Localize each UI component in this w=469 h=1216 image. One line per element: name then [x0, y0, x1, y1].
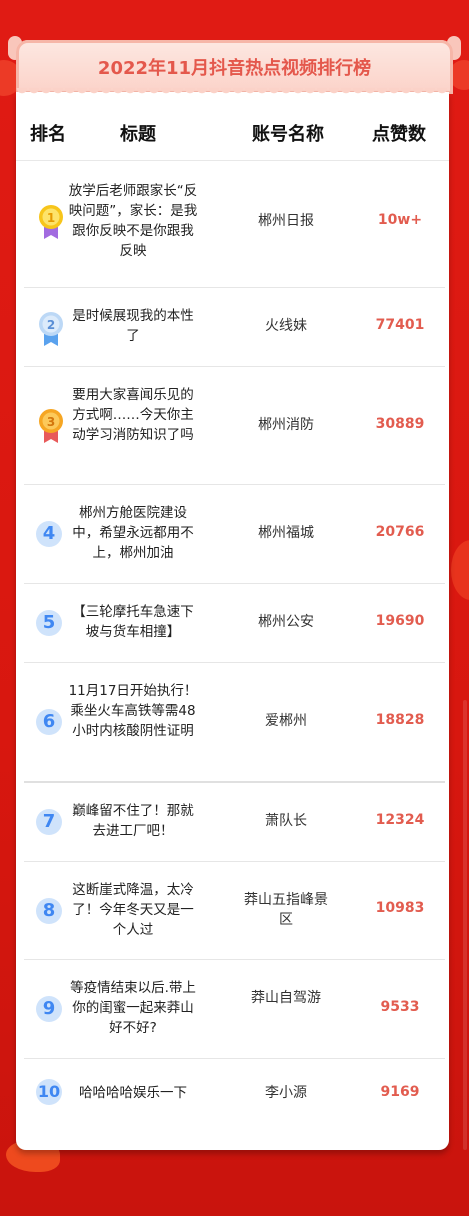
video-title[interactable]: 11月17日开始执行！乘坐火车高铁等需48小时内核酸阴性证明: [68, 681, 198, 741]
account-name[interactable]: 郴州公安: [244, 612, 328, 632]
rank-badge: 10: [36, 1079, 62, 1105]
like-count: 9533: [380, 999, 420, 1015]
like-count: 10983: [375, 900, 425, 916]
like-count: 30889: [375, 416, 425, 432]
rank-badge: 6: [36, 709, 62, 735]
decor-blob-right: [451, 540, 469, 600]
header-likes: 点赞数: [372, 124, 426, 145]
medal-rank-label: 1: [47, 211, 55, 225]
like-count: 9169: [380, 1084, 420, 1100]
gold-medal-icon: 1: [36, 203, 66, 243]
video-title[interactable]: 等疫情结束以后.带上你的闺蜜一起来莽山好不好?: [68, 978, 198, 1038]
like-count: 19690: [375, 613, 425, 629]
table-row[interactable]: 3 要用大家喜闻乐见的方式啊……今天你主动学习消防知识了吗 郴州消防 30889: [24, 367, 445, 485]
video-title[interactable]: 郴州方舱医院建设中，希望永远都用不上，郴州加油: [68, 503, 198, 563]
video-title[interactable]: 巅峰留不住了！那就去进工厂吧！: [68, 801, 198, 841]
table-header: 排名 标题 账号名称 点赞数: [16, 110, 449, 161]
rank-badge: 5: [36, 610, 62, 636]
silver-medal-icon: 2: [36, 310, 66, 350]
medal-rank-label: 2: [47, 318, 55, 332]
video-title[interactable]: 这断崖式降温，太冷了！今年冬天又是一个人过: [68, 880, 198, 940]
account-name[interactable]: 莽山五指峰景区: [244, 890, 328, 930]
table-row[interactable]: 8 这断崖式降温，太冷了！今年冬天又是一个人过 莽山五指峰景区 10983: [24, 862, 445, 960]
like-count: 77401: [375, 317, 425, 333]
like-count: 20766: [375, 524, 425, 540]
table-row[interactable]: 10 哈哈哈哈娱乐一下 李小源 9169: [24, 1059, 445, 1125]
table-row[interactable]: 5 【三轮摩托车急速下坡与货车相撞】 郴州公安 19690: [24, 584, 445, 663]
video-title[interactable]: 放学后老师跟家长“反映问题”，家长：是我跟你反映不是你跟我反映: [68, 181, 198, 261]
like-count: 10w+: [377, 212, 423, 228]
account-name[interactable]: 莽山自驾游: [244, 988, 328, 1008]
rank-badge: 8: [36, 898, 62, 924]
table-row[interactable]: 9 等疫情结束以后.带上你的闺蜜一起来莽山好不好? 莽山自驾游 9533: [24, 960, 445, 1059]
table-row[interactable]: 6 11月17日开始执行！乘坐火车高铁等需48小时内核酸阴性证明 爱郴州 188…: [24, 663, 445, 783]
header-title: 标题: [120, 124, 156, 145]
like-count: 12324: [375, 812, 425, 828]
account-name[interactable]: 郴州消防: [244, 415, 328, 435]
scroll-rail[interactable]: [463, 700, 467, 1150]
header-account: 账号名称: [252, 124, 324, 145]
video-title[interactable]: 哈哈哈哈娱乐一下: [68, 1083, 198, 1103]
table-row[interactable]: 1 放学后老师跟家长“反映问题”，家长：是我跟你反映不是你跟我反映 郴州日报 1…: [24, 161, 445, 288]
account-name[interactable]: 郴州日报: [244, 211, 328, 231]
account-name[interactable]: 李小源: [244, 1083, 328, 1103]
rank-badge: 4: [36, 521, 62, 547]
rank-badge: 9: [36, 996, 62, 1022]
table-row[interactable]: 7 巅峰留不住了！那就去进工厂吧！ 萧队长 12324: [24, 783, 445, 862]
account-name[interactable]: 郴州福城: [244, 523, 328, 543]
video-title[interactable]: 要用大家喜闻乐见的方式啊……今天你主动学习消防知识了吗: [68, 385, 198, 445]
rank-badge: 7: [36, 809, 62, 835]
table-row[interactable]: 4 郴州方舱医院建设中，希望永远都用不上，郴州加油 郴州福城 20766: [24, 485, 445, 584]
like-count: 18828: [375, 712, 425, 728]
card-edge-scallop: [16, 88, 449, 96]
header-rank: 排名: [30, 124, 66, 145]
account-name[interactable]: 爱郴州: [244, 711, 328, 731]
medal-rank-label: 3: [47, 415, 55, 429]
video-title[interactable]: 是时候展现我的本性了: [68, 306, 198, 346]
account-name[interactable]: 火线妹: [244, 316, 328, 336]
account-name[interactable]: 萧队长: [244, 811, 328, 831]
table-row[interactable]: 2 是时候展现我的本性了 火线妹 77401: [24, 288, 445, 367]
bronze-medal-icon: 3: [36, 407, 66, 447]
title-banner: 2022年11月抖音热点视频排行榜: [16, 40, 453, 94]
page-title: 2022年11月抖音热点视频排行榜: [97, 58, 372, 79]
video-title[interactable]: 【三轮摩托车急速下坡与货车相撞】: [68, 602, 198, 642]
ranking-card: 排名 标题 账号名称 点赞数 1 放学后老师跟家长“反映问题”，家长：是我跟你反…: [16, 88, 449, 1150]
